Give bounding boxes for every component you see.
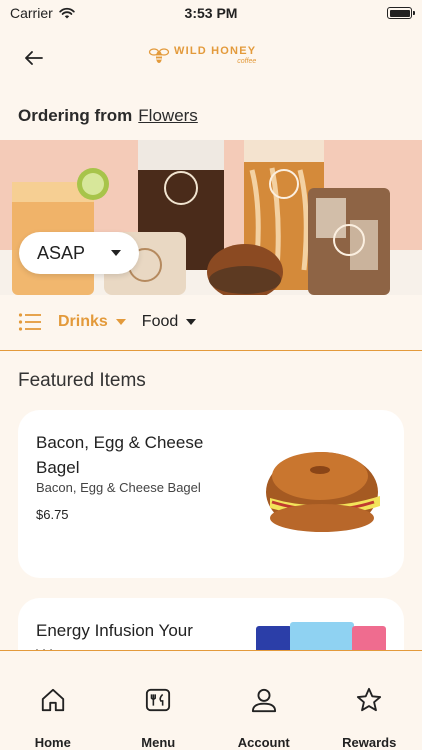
menu-icon — [146, 688, 171, 712]
status-time: 3:53 PM — [184, 5, 238, 21]
bagel-image — [266, 452, 380, 532]
pickup-time-dropdown[interactable]: ASAP — [19, 232, 139, 274]
header: WILD HONEY coffee — [0, 36, 422, 80]
tab-drinks-label: Drinks — [58, 313, 108, 330]
ordering-label: Ordering from — [18, 106, 133, 125]
category-tabs: Drinks Food — [18, 306, 197, 338]
ordering-from: Ordering from Flowers — [18, 106, 198, 126]
account-icon — [251, 688, 276, 713]
logo-subtext: coffee — [237, 57, 257, 65]
nav-home[interactable]: Home — [13, 651, 93, 750]
section-title: Featured Items — [18, 370, 146, 391]
nav-account-label: Account — [237, 735, 290, 750]
nav-menu[interactable]: Menu — [118, 651, 198, 750]
nav-home-label: Home — [34, 735, 71, 750]
home-icon — [41, 688, 64, 712]
back-arrow-icon — [25, 51, 43, 65]
back-button[interactable] — [22, 46, 46, 70]
item-price: $6.75 — [36, 507, 69, 522]
bee-icon — [148, 48, 170, 63]
tab-food-label: Food — [141, 313, 179, 330]
status-bar: Carrier 3:53 PM — [0, 0, 422, 26]
tab-food[interactable]: Food — [141, 313, 197, 331]
pickup-time-label: ASAP — [37, 242, 86, 263]
store-link[interactable]: Flowers — [138, 106, 198, 126]
chevron-down-icon — [115, 319, 126, 325]
rewards-icon — [357, 687, 382, 712]
tab-drinks[interactable]: Drinks — [58, 313, 126, 331]
nav-menu-label: Menu — [141, 735, 176, 750]
chevron-down-icon — [111, 250, 121, 256]
battery-icon — [387, 7, 415, 19]
brand-logo: WILD HONEY coffee — [148, 44, 256, 66]
nav-rewards-label: Rewards — [342, 735, 397, 750]
chevron-down-icon — [186, 319, 197, 325]
nav-account[interactable]: Account — [224, 651, 304, 750]
featured-item-card[interactable]: Bacon, Egg & Cheese Bagel Bacon, Egg & C… — [18, 410, 404, 578]
bottom-navigation: Home Menu Account Rewards — [0, 650, 422, 750]
item-name: Bacon, Egg & Cheese Bagel — [36, 433, 204, 477]
divider — [0, 350, 422, 351]
item-description: Bacon, Egg & Cheese Bagel — [36, 480, 201, 495]
nav-rewards[interactable]: Rewards — [329, 651, 409, 750]
logo-wordmark: WILD HONEY — [174, 44, 257, 57]
list-view-icon[interactable] — [18, 312, 42, 332]
